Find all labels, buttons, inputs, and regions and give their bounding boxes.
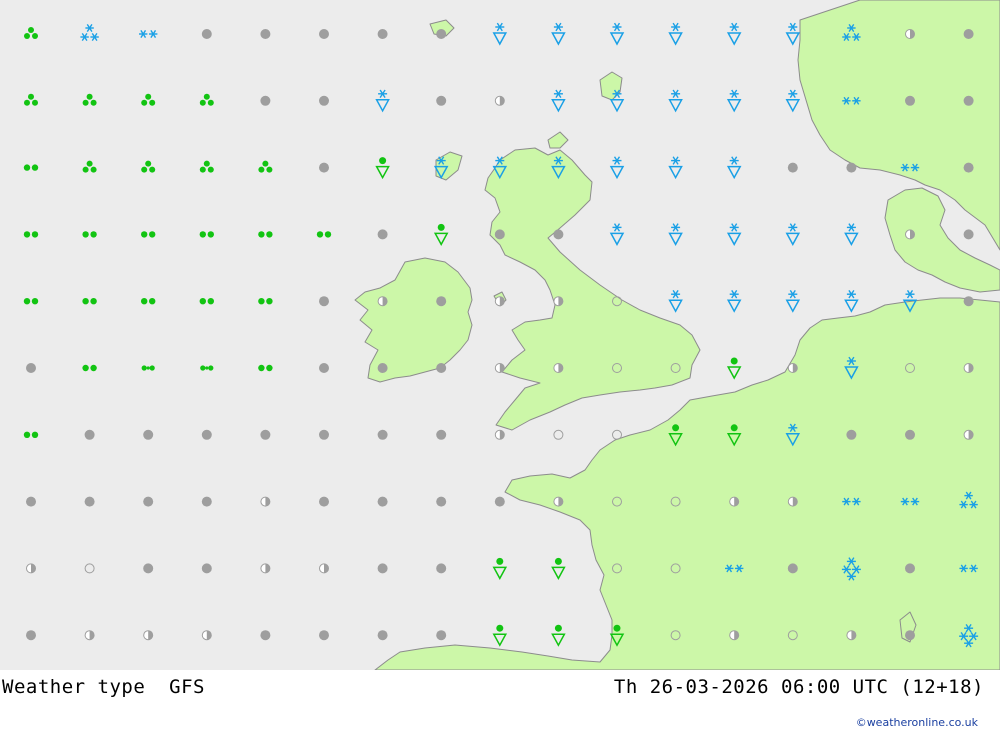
weather-map [0, 0, 1000, 670]
overcast-icon [377, 429, 388, 440]
partly-cloudy-icon [494, 95, 505, 106]
partly-cloudy-icon [494, 363, 505, 373]
partly-cloudy-icon [494, 429, 505, 440]
overcast-icon [436, 29, 447, 39]
partly-cloudy-icon [377, 296, 388, 307]
overcast-icon [963, 95, 974, 106]
valid-datetime[interactable]: Th 26-03-2026 06:00 UTC (12+18) [614, 676, 984, 698]
overcast-icon [963, 296, 974, 307]
partly-cloudy-icon [729, 496, 740, 507]
overcast-icon [84, 496, 95, 507]
partly-cloudy-icon [787, 496, 798, 507]
overcast-icon [846, 429, 857, 440]
overcast-icon [260, 429, 271, 440]
partly-cloudy-icon [26, 563, 36, 574]
overcast-icon [436, 296, 447, 307]
overcast-icon [787, 162, 798, 173]
overcast-icon [319, 429, 329, 440]
overcast-icon [319, 630, 329, 641]
partly-cloudy-icon [494, 296, 505, 307]
overcast-icon [26, 630, 36, 641]
partly-cloudy-icon [729, 630, 740, 641]
partly-cloudy-icon [143, 630, 154, 641]
overcast-icon [553, 229, 564, 240]
overcast-icon [319, 29, 329, 39]
overcast-icon [319, 162, 329, 173]
overcast-icon [319, 296, 329, 307]
overcast-icon [201, 563, 212, 574]
overcast-icon [494, 496, 505, 507]
partly-cloudy-icon [905, 229, 915, 240]
partly-cloudy-icon [260, 563, 271, 574]
overcast-icon [436, 363, 447, 373]
partly-cloudy-icon [905, 29, 915, 39]
partly-cloudy-icon [553, 296, 564, 307]
overcast-icon [201, 496, 212, 507]
overcast-icon [319, 496, 329, 507]
overcast-icon [319, 363, 329, 373]
overcast-icon [260, 630, 271, 641]
overcast-icon [377, 630, 388, 641]
overcast-icon [26, 363, 36, 373]
overcast-icon [377, 29, 388, 39]
overcast-icon [905, 429, 915, 440]
partly-cloudy-icon [787, 363, 798, 373]
partly-cloudy-icon [319, 563, 329, 574]
partly-cloudy-icon [846, 630, 857, 641]
overcast-icon [84, 429, 95, 440]
overcast-icon [201, 429, 212, 440]
overcast-icon [905, 630, 915, 641]
overcast-icon [436, 429, 447, 440]
partly-cloudy-icon [84, 630, 95, 641]
overcast-icon [143, 496, 154, 507]
overcast-icon [905, 563, 915, 574]
partly-cloudy-icon [201, 630, 212, 641]
overcast-icon [377, 563, 388, 574]
overcast-icon [260, 29, 271, 39]
overcast-icon [963, 29, 974, 39]
partly-cloudy-icon [963, 363, 974, 373]
overcast-icon [260, 95, 271, 106]
overcast-icon [846, 162, 857, 173]
credit-link[interactable]: ©weatheronline.co.uk [856, 716, 978, 729]
overcast-icon [494, 229, 505, 240]
overcast-icon [26, 496, 36, 507]
partly-cloudy-icon [553, 496, 564, 507]
overcast-icon [143, 563, 154, 574]
overcast-icon [436, 95, 447, 106]
overcast-icon [201, 29, 212, 39]
overcast-icon [963, 229, 974, 240]
overcast-icon [787, 563, 798, 574]
partly-cloudy-icon [553, 363, 564, 373]
overcast-icon [905, 95, 915, 106]
partly-cloudy-icon [260, 496, 271, 507]
overcast-icon [963, 162, 974, 173]
partly-cloudy-icon [963, 429, 974, 440]
overcast-icon [436, 630, 447, 641]
overcast-icon [319, 95, 329, 106]
map-title: Weather type GFS [2, 676, 205, 698]
overcast-icon [436, 563, 447, 574]
overcast-icon [377, 496, 388, 507]
overcast-icon [436, 496, 447, 507]
overcast-icon [377, 229, 388, 240]
overcast-icon [377, 363, 388, 373]
overcast-icon [143, 429, 154, 440]
